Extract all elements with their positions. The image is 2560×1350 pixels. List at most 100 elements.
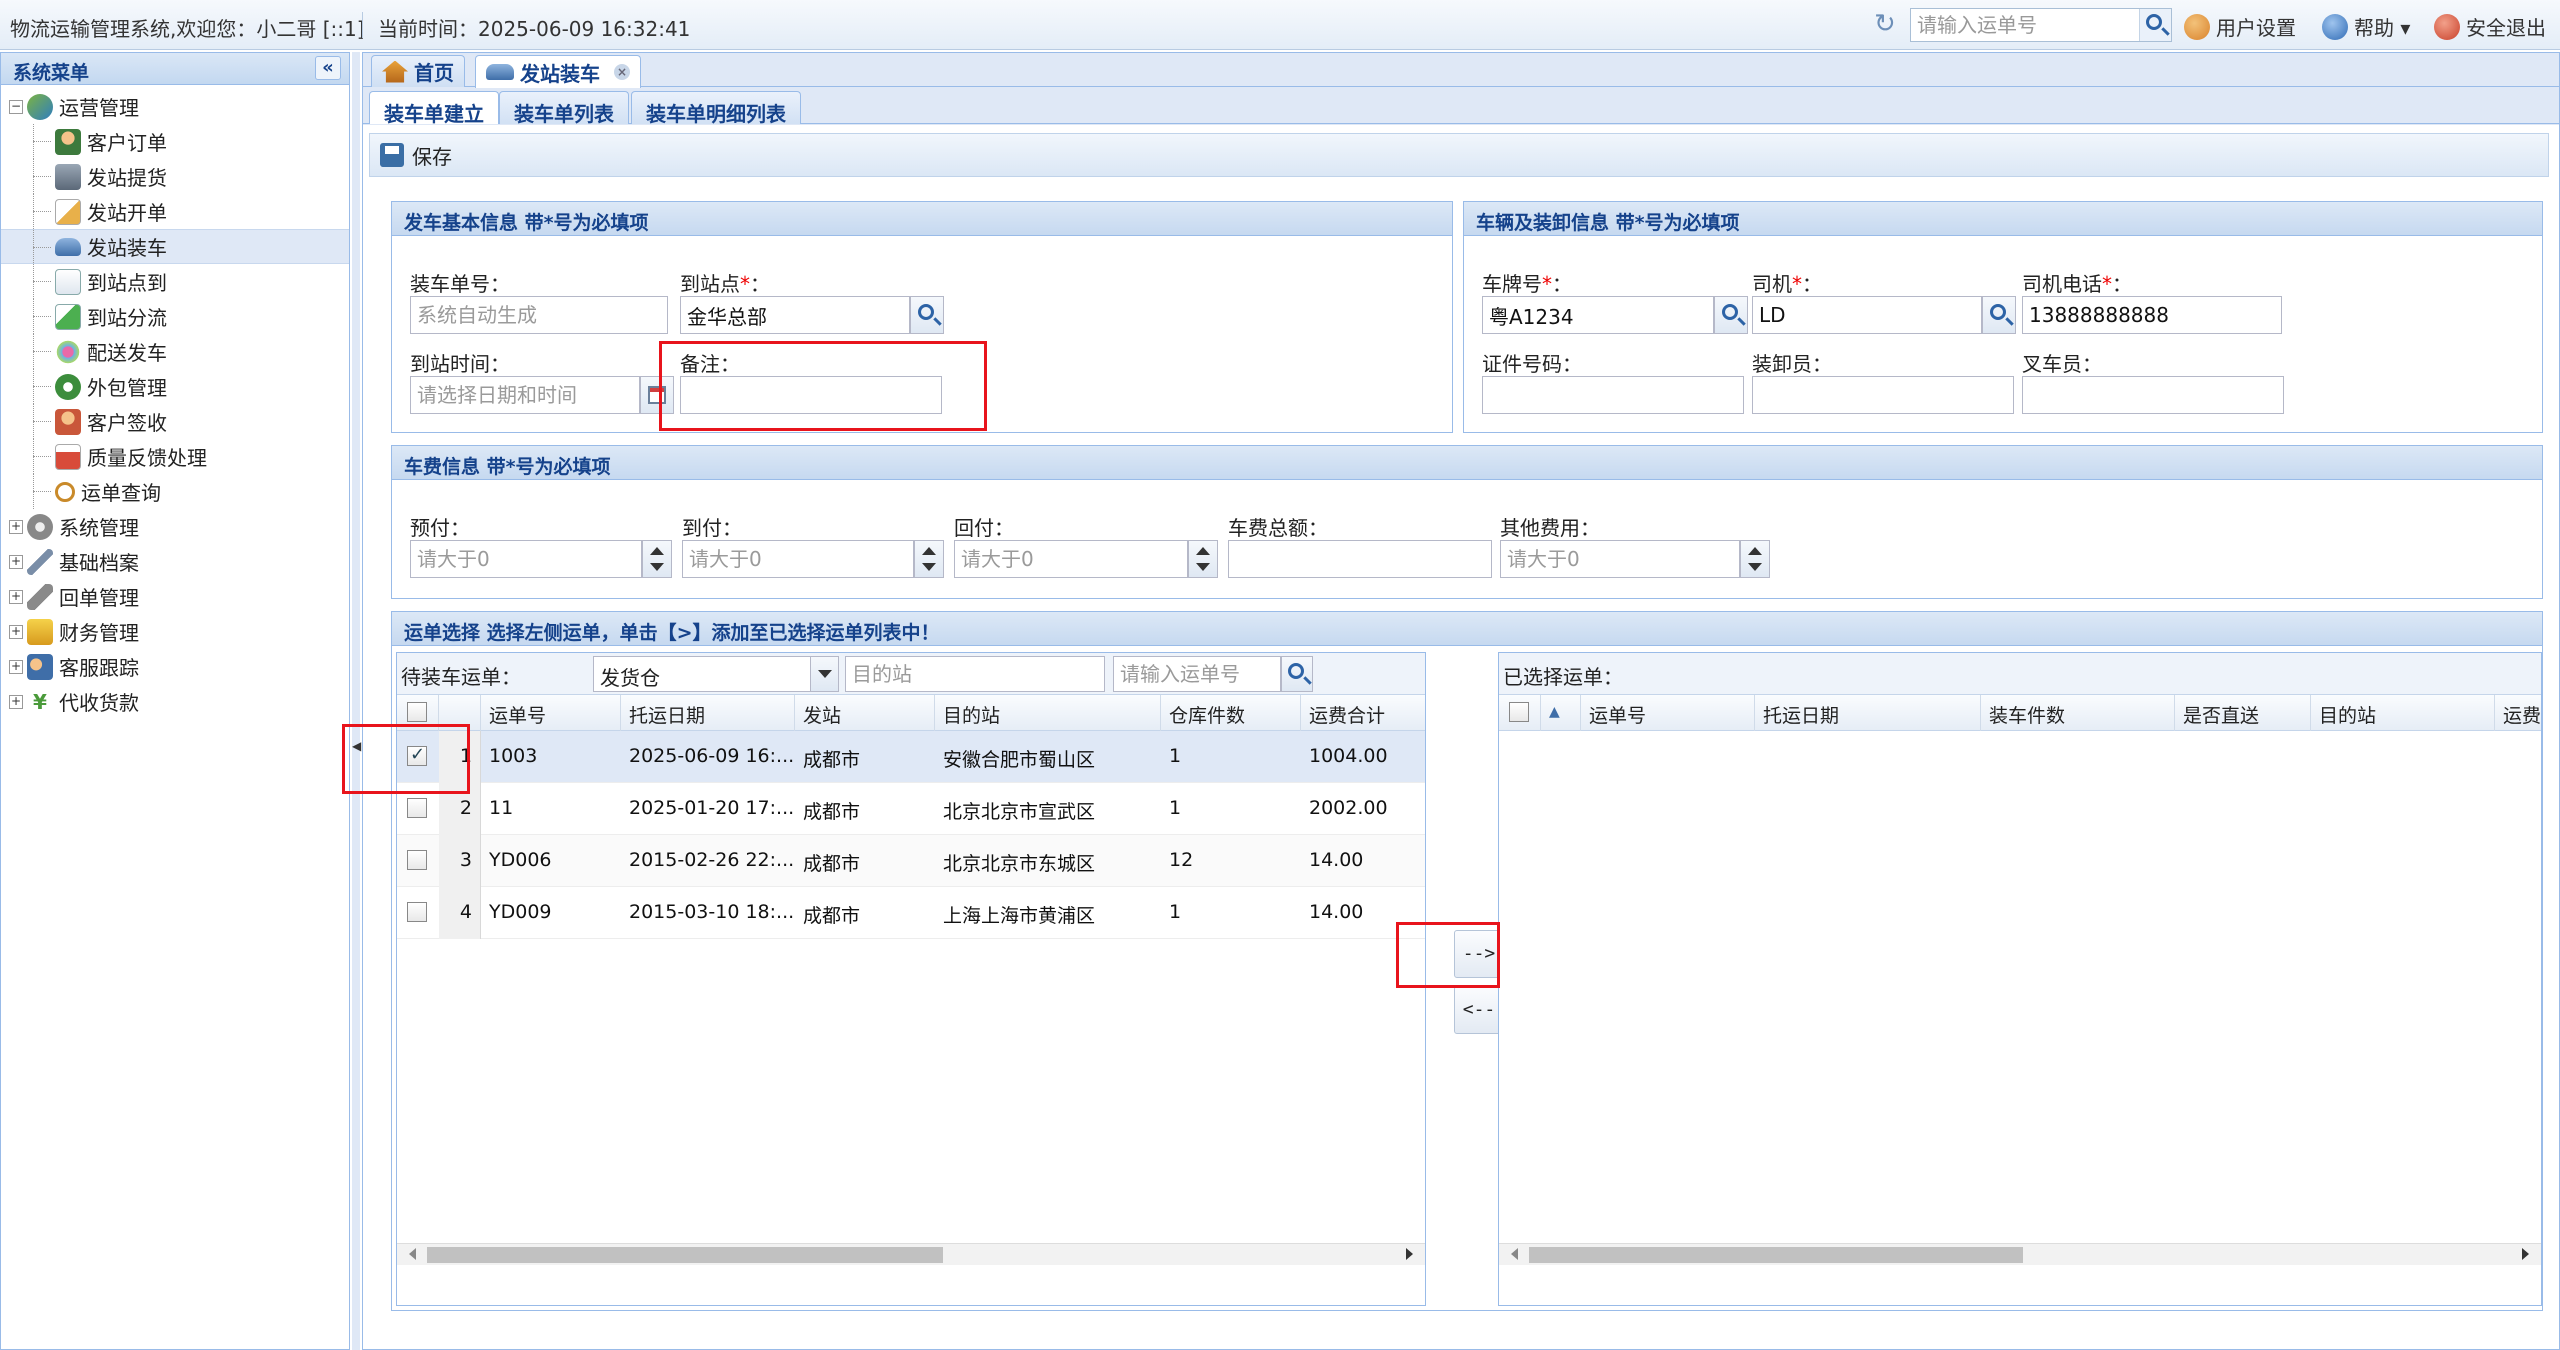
row-checkbox[interactable] [407,902,427,922]
col-freight[interactable]: 运费 [2495,695,2541,731]
topay-input[interactable] [682,540,914,578]
expand-icon[interactable]: + [9,694,23,709]
warehouse-select[interactable]: 发货仓 [593,656,839,692]
collapse-icon[interactable]: − [9,99,23,114]
remove-from-selected-button[interactable]: <-- [1454,986,1504,1034]
driver-input[interactable] [1752,296,1982,334]
scroll-right-icon[interactable] [2522,1248,2529,1260]
scroll-right-icon[interactable] [1406,1248,1413,1260]
menu-group-receipt[interactable]: + 回单管理 [1,579,349,614]
return-pay-spinner[interactable] [1188,540,1218,578]
col-waybill-no[interactable]: 运单号 [1581,695,1755,731]
arrival-station-lookup-button[interactable] [910,296,944,334]
table-row[interactable]: 1 1003 2025-06-09 16:... 成都市 安徽合肥市蜀山区 1 … [397,731,1425,783]
collapse-sidebar-button[interactable]: « [315,56,341,80]
menu-item-customer-order[interactable]: 客户订单 [1,124,349,159]
col-load-qty[interactable]: 装车件数 [1981,695,2175,731]
other-fee-input[interactable] [1500,540,1740,578]
col-stock-qty[interactable]: 仓库件数 [1161,695,1301,731]
scroll-left-icon[interactable] [409,1248,416,1260]
menu-item-outsource[interactable]: 外包管理 [1,369,349,404]
total-fee-input[interactable] [1228,540,1492,578]
prepaid-spinner[interactable] [642,540,672,578]
forklift-input[interactable] [2022,376,2284,414]
driver-phone-input[interactable] [2022,296,2282,334]
waybill-search-input[interactable] [1911,9,2139,41]
plate-input[interactable] [1482,296,1714,334]
logout-link[interactable]: 安全退出 [2434,12,2546,41]
col-destination[interactable]: 目的站 [935,695,1161,731]
menu-group-cod[interactable]: + ¥ 代收货款 [1,684,349,719]
help-menu[interactable]: 帮助 ▾ [2322,12,2410,41]
refresh-icon[interactable]: ↻ [1874,10,1902,38]
sort-asc-icon[interactable]: ▲ [1541,695,1581,731]
col-ship-date[interactable]: 托运日期 [621,695,795,731]
menu-item-waybill-query[interactable]: 运单查询 [1,474,349,509]
menu-group-customer-service[interactable]: + 客服跟踪 [1,649,349,684]
scroll-thumb[interactable] [427,1247,943,1263]
tab-load-list[interactable]: 装车单列表 [499,91,629,126]
plate-lookup-button[interactable] [1714,296,1748,334]
col-waybill-no[interactable]: 运单号 [481,695,621,731]
col-origin[interactable]: 发站 [795,695,935,731]
chevron-down-icon[interactable] [810,657,838,691]
col-ship-date[interactable]: 托运日期 [1755,695,1981,731]
menu-group-system[interactable]: + 系统管理 [1,509,349,544]
select-all-checkbox[interactable] [407,702,427,722]
tab-home[interactable]: 首页 [371,55,465,87]
close-tab-icon[interactable]: × [614,64,630,80]
table-row[interactable]: 2 11 2025-01-20 17:... 成都市 北京北京市宣武区 1 20… [397,783,1425,835]
cert-no-input[interactable] [1482,376,1744,414]
col-destination[interactable]: 目的站 [2311,695,2495,731]
other-fee-spinner[interactable] [1740,540,1770,578]
arrival-time-input[interactable] [410,376,640,414]
table-row[interactable]: 3 YD006 2015-02-26 22:... 成都市 北京北京市东城区 1… [397,835,1425,887]
horizontal-scrollbar[interactable] [397,1243,1425,1265]
expand-icon[interactable]: + [9,554,23,569]
horizontal-scrollbar[interactable] [1499,1243,2541,1265]
driver-lookup-button[interactable] [1982,296,2016,334]
topay-spinner[interactable] [914,540,944,578]
save-button[interactable]: 保存 [380,141,452,170]
col-freight-total[interactable]: 运费合计 [1301,695,1425,731]
menu-item-quality-feedback[interactable]: 质量反馈处理 [1,439,349,474]
expand-icon[interactable]: + [9,589,23,604]
tab-create-load[interactable]: 装车单建立 [369,91,499,126]
return-pay-input[interactable] [954,540,1188,578]
cart-icon [55,163,81,190]
tab-station-loading[interactable]: 发站装车 × [475,55,641,88]
menu-group-operations[interactable]: − 运营管理 [1,89,349,124]
menu-item-delivery[interactable]: 配送发车 [1,334,349,369]
menu-group-master-data[interactable]: + 基础档案 [1,544,349,579]
menu-item-station-loading[interactable]: 发站装车 [1,229,349,264]
scroll-thumb[interactable] [1529,1247,2023,1263]
menu-item-arrival[interactable]: 到站点到 [1,264,349,299]
waybill-filter-search-button[interactable] [1281,656,1313,692]
menu-item-distribution[interactable]: 到站分流 [1,299,349,334]
menu-group-finance[interactable]: + 财务管理 [1,614,349,649]
tab-load-detail-list[interactable]: 装车单明细列表 [631,91,801,126]
select-all-checkbox[interactable] [1509,702,1529,722]
destination-filter-input[interactable] [845,656,1105,692]
loader-input[interactable] [1752,376,2014,414]
menu-item-pickup[interactable]: 发站提货 [1,159,349,194]
user-settings-link[interactable]: 用户设置 [2184,12,2296,41]
menu-item-customer-sign[interactable]: 客户签收 [1,404,349,439]
help-icon [2322,13,2348,40]
load-no-input[interactable] [410,296,668,334]
expand-icon[interactable]: + [9,659,23,674]
scroll-left-icon[interactable] [1511,1248,1518,1260]
row-checkbox[interactable] [407,850,427,870]
search-button[interactable] [2139,9,2171,41]
expand-icon[interactable]: + [9,519,23,534]
table-row[interactable]: 4 YD009 2015-03-10 18:... 成都市 上海上海市黄浦区 1… [397,887,1425,939]
sidebar-splitter[interactable]: ◀ [352,52,361,1350]
col-direct-delivery[interactable]: 是否直送 [2175,695,2311,731]
waybill-filter-input[interactable] [1113,656,1281,692]
arrival-station-input[interactable] [680,296,910,334]
feedback-icon [55,443,81,470]
row-checkbox[interactable] [407,798,427,818]
prepaid-input[interactable] [410,540,642,578]
expand-icon[interactable]: + [9,624,23,639]
menu-item-create-waybill[interactable]: 发站开单 [1,194,349,229]
